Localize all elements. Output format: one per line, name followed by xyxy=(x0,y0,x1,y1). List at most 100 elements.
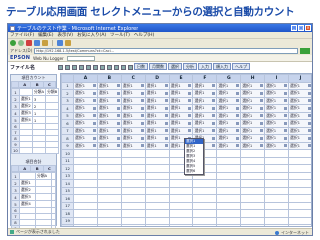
grid-cell-select[interactable]: 選択1 xyxy=(264,89,290,98)
grid-cell-select[interactable]: 選択1 xyxy=(120,89,146,98)
sum-cell[interactable] xyxy=(51,172,56,180)
grid-cell-select[interactable] xyxy=(120,209,146,218)
count-cell[interactable]: 分類A xyxy=(31,88,47,96)
dropdown-arrow-icon[interactable] xyxy=(308,106,311,110)
grid-cell-select[interactable] xyxy=(264,156,290,165)
grid-cell-select[interactable] xyxy=(264,164,290,173)
grid-cell-select[interactable] xyxy=(216,186,242,195)
grid-cell-select[interactable] xyxy=(96,209,122,218)
grid-cell-select[interactable] xyxy=(168,194,194,203)
grid-cell-select[interactable]: 選択1 xyxy=(216,141,242,150)
dropdown-arrow-icon[interactable] xyxy=(164,99,168,103)
dropdown-arrow-icon[interactable] xyxy=(92,84,96,88)
grid-cell-select[interactable]: 選択1 xyxy=(120,119,146,128)
open-icon[interactable] xyxy=(65,64,70,70)
grid-cell-select[interactable]: 選択1 xyxy=(216,119,242,128)
grid-cell-select[interactable]: 選択1 xyxy=(216,89,242,98)
grid-cell-select[interactable]: 選択1 xyxy=(120,81,146,90)
grid-col-header[interactable]: B xyxy=(96,74,122,83)
grid-cell-select[interactable] xyxy=(144,209,170,218)
count-cell[interactable]: 2 xyxy=(31,102,47,110)
dropdown-arrow-icon[interactable] xyxy=(308,144,311,148)
grid-cell-select[interactable] xyxy=(240,164,266,173)
grid-cell-select[interactable] xyxy=(264,194,290,203)
dropdown-arrow-icon[interactable] xyxy=(164,144,168,148)
grid-cell-select[interactable]: 選択1 xyxy=(168,119,194,128)
grid-cell-select[interactable] xyxy=(264,186,290,195)
dropdown-arrow-icon[interactable] xyxy=(212,114,216,118)
grid-cell-select[interactable]: 選択1 xyxy=(240,104,266,113)
grid-cell-select[interactable] xyxy=(288,149,311,158)
dropdown-arrow-icon[interactable] xyxy=(236,114,240,118)
count-cell[interactable] xyxy=(45,116,60,124)
dropdown-arrow-icon[interactable] xyxy=(92,136,96,140)
dropdown-arrow-icon[interactable] xyxy=(92,114,96,118)
grid-cell-select[interactable]: 選択1 xyxy=(216,126,242,135)
grid-col-header[interactable]: E xyxy=(168,74,194,83)
window-titlebar[interactable]: テーブルのテスト作業 - Microsoft Internet Explorer… xyxy=(8,24,312,32)
dropdown-arrow-icon[interactable] xyxy=(92,91,96,95)
grid-cell-select[interactable]: 選択1 xyxy=(144,104,170,113)
grid-cell-select[interactable]: 選択1 xyxy=(216,81,242,90)
grid-cell-select[interactable]: 選択1 xyxy=(73,104,98,113)
links-search-input[interactable] xyxy=(66,55,95,61)
grid-cell-select[interactable] xyxy=(264,149,290,158)
grid-cell-select[interactable]: 選択1 xyxy=(73,119,98,128)
grid-col-header[interactable]: J xyxy=(288,74,311,83)
dropdown-arrow-icon[interactable] xyxy=(284,99,288,103)
grid-cell-select[interactable]: 選択1 xyxy=(192,126,218,135)
dropdown-arrow-icon[interactable] xyxy=(236,136,240,140)
dropdown-arrow-icon[interactable] xyxy=(212,144,216,148)
grid-cell-select[interactable]: 選択1 xyxy=(192,119,218,128)
grid-cell-select[interactable]: 選択1 xyxy=(288,111,311,120)
grid-cell-select[interactable] xyxy=(144,194,170,203)
sum-cell[interactable] xyxy=(51,200,56,208)
maximize-button[interactable]: □ xyxy=(298,25,304,31)
dropdown-arrow-icon[interactable] xyxy=(140,129,144,133)
count-cell[interactable]: 選択3 xyxy=(18,109,33,117)
close-button[interactable]: × xyxy=(305,25,311,31)
dropdown-arrow-icon[interactable] xyxy=(116,144,120,148)
save-icon[interactable] xyxy=(72,64,77,70)
grid-cell-select[interactable]: 選択1 xyxy=(73,111,98,120)
grid-cell-select[interactable]: 選択1 xyxy=(73,96,98,105)
dropdown-arrow-icon[interactable] xyxy=(188,106,192,110)
grid-cell-select[interactable]: 選択1 xyxy=(96,96,122,105)
dropdown-arrow-icon[interactable] xyxy=(116,129,120,133)
grid-cell-select[interactable] xyxy=(96,186,122,195)
grid-cell-select[interactable] xyxy=(192,216,218,225)
dropdown-arrow-icon[interactable] xyxy=(140,84,144,88)
grid-cell-select[interactable] xyxy=(288,201,311,210)
sum-cell[interactable] xyxy=(18,172,36,180)
filter-icon[interactable] xyxy=(128,64,133,70)
grid-cell-select[interactable] xyxy=(264,216,290,225)
grid-cell-select[interactable] xyxy=(240,209,266,218)
dropdown-arrow-icon[interactable] xyxy=(164,121,168,125)
grid-cell-select[interactable] xyxy=(240,156,266,165)
grid-cell-select[interactable] xyxy=(264,209,290,218)
grid-cell-select[interactable] xyxy=(96,149,122,158)
dropdown-arrow-icon[interactable] xyxy=(260,114,264,118)
dropdown-arrow-icon[interactable] xyxy=(236,91,240,95)
sum-cell[interactable] xyxy=(51,186,56,194)
grid-cell-select[interactable] xyxy=(192,201,218,210)
dropdown-arrow-icon[interactable] xyxy=(140,91,144,95)
grid-cell-select[interactable]: 選択1 xyxy=(216,104,242,113)
back-icon[interactable] xyxy=(10,40,16,46)
dropdown-arrow-icon[interactable] xyxy=(116,121,120,125)
grid-cell-select[interactable] xyxy=(216,149,242,158)
sum-cell[interactable]: 選択4 xyxy=(18,200,36,208)
grid-cell-select[interactable] xyxy=(144,186,170,195)
grid-cell-select[interactable]: 選択1 xyxy=(96,89,122,98)
grid-cell-select[interactable]: 選択1 xyxy=(96,134,122,143)
grid-cell-select[interactable]: 選択1 xyxy=(240,89,266,98)
dropdown-arrow-icon[interactable] xyxy=(260,99,264,103)
dropdown-arrow-icon[interactable] xyxy=(212,129,216,133)
grid-cell-select[interactable]: 選択1 xyxy=(120,126,146,135)
grid-cell-select[interactable] xyxy=(216,179,242,188)
grid-cell-select[interactable] xyxy=(240,186,266,195)
grid-cell-select[interactable] xyxy=(168,209,194,218)
sum-cell[interactable] xyxy=(34,200,53,208)
grid-cell-select[interactable] xyxy=(144,171,170,180)
grid-cell-select[interactable] xyxy=(73,164,98,173)
